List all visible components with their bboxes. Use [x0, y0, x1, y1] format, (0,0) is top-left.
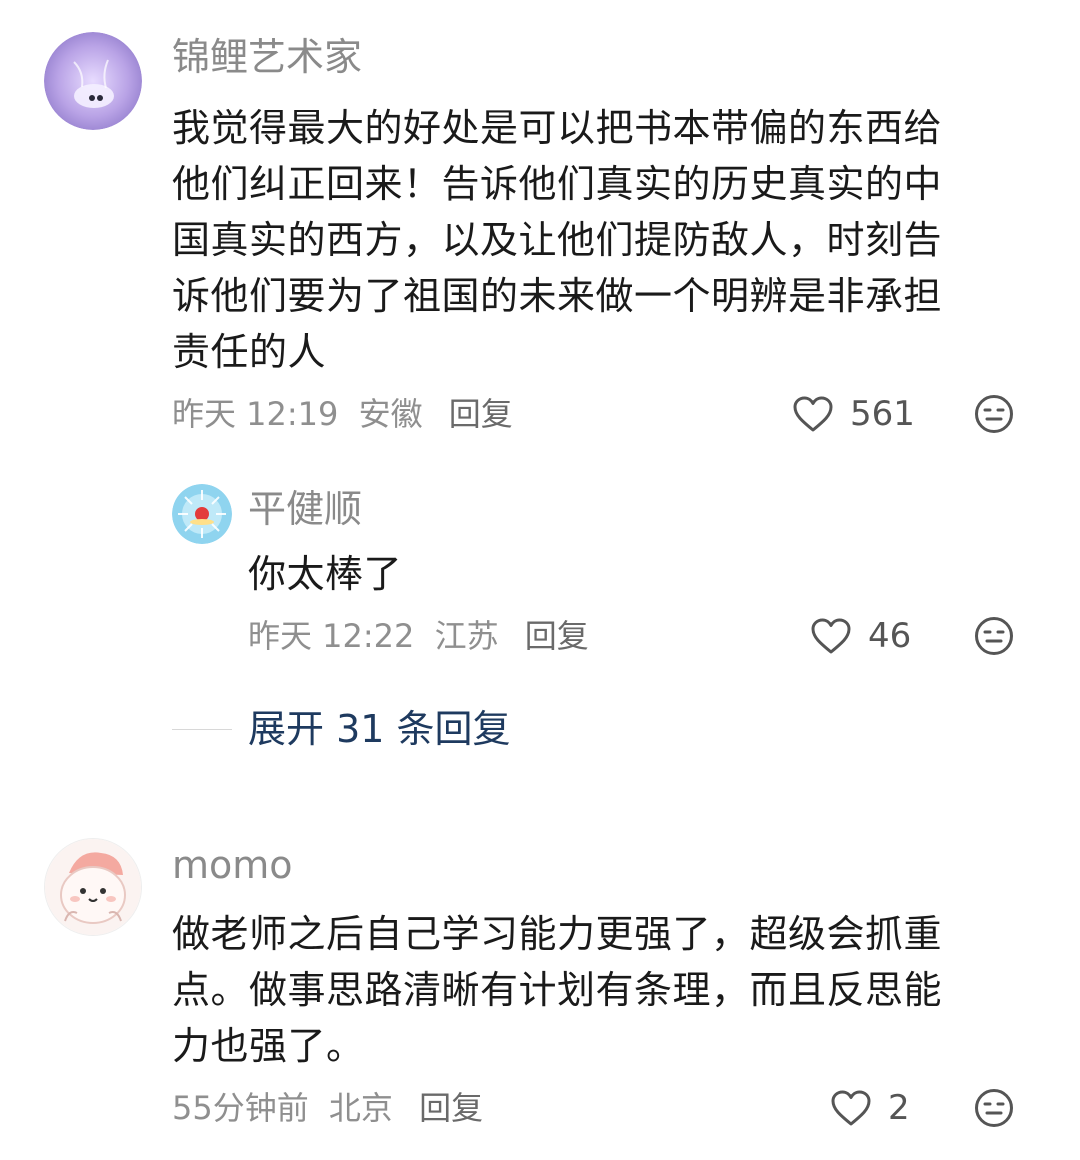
comment-line: 点。做事思路清晰有计划有条理，而且反思能 — [172, 968, 943, 1012]
like-button[interactable]: 46 — [810, 616, 911, 656]
comment-author[interactable]: 锦鲤艺术家 — [172, 34, 362, 80]
like-count: 561 — [850, 394, 915, 434]
like-button[interactable]: 561 — [792, 394, 915, 434]
comment-line: 责任的人 — [172, 330, 327, 374]
heart-outline-icon — [831, 1090, 871, 1126]
comment-text: 我觉得最大的好处是可以把书本带偏的东西给 他们纠正回来！告诉他们真实的历史真实的… — [172, 100, 942, 380]
comment-time: 昨天 12:22 — [248, 617, 415, 655]
divider — [172, 728, 232, 730]
reply-button[interactable]: 回复 — [525, 617, 589, 655]
comment-location: 北京 — [328, 1089, 393, 1127]
like-button[interactable]: 2 — [830, 1088, 910, 1128]
comment-line: 你太棒了 — [248, 552, 403, 596]
expand-replies-button[interactable]: 展开 31 条回复 — [172, 704, 511, 754]
avatar[interactable] — [44, 32, 142, 130]
comment-line: 力也强了。 — [172, 1024, 365, 1068]
comment-text: 做老师之后自己学习能力更强了，超级会抓重 点。做事思路清晰有计划有条理，而且反思… — [172, 906, 942, 1074]
comment-meta: 55分钟前 北京 回复 — [172, 1088, 493, 1128]
avatar[interactable] — [44, 838, 142, 936]
comment-line: 做老师之后自己学习能力更强了，超级会抓重 — [172, 912, 943, 956]
expand-replies-label: 展开 31 条回复 — [248, 707, 511, 751]
comment-location: 江苏 — [434, 617, 499, 655]
reply-button[interactable]: 回复 — [449, 395, 513, 433]
heart-outline-icon — [811, 618, 851, 654]
comment-line: 诉他们要为了祖国的未来做一个明辨是非承担 — [172, 274, 943, 318]
like-count: 46 — [868, 616, 912, 656]
comment-line: 他们纠正回来！告诉他们真实的历史真实的中 — [172, 162, 943, 206]
avatar[interactable] — [172, 484, 232, 544]
comment-author[interactable]: momo — [172, 842, 293, 888]
comment-meta: 昨天 12:19 安徽 回复 — [172, 394, 523, 434]
comment-author[interactable]: 平健顺 — [248, 486, 362, 532]
comment-time: 昨天 12:19 — [172, 395, 339, 433]
comment-text: 你太棒了 — [248, 546, 402, 602]
comment-meta: 昨天 12:22 江苏 回复 — [248, 616, 599, 656]
heart-outline-icon — [793, 396, 833, 432]
comment-line: 国真实的西方，以及让他们提防敌人，时刻告 — [172, 218, 943, 262]
comment-location: 安徽 — [358, 395, 423, 433]
reply-button[interactable]: 回复 — [419, 1089, 483, 1127]
comment-line: 我觉得最大的好处是可以把书本带偏的东西给 — [172, 106, 943, 150]
comments-page: 锦鲤艺术家 我觉得最大的好处是可以把书本带偏的东西给 他们纠正回来！告诉他们真实… — [0, 0, 1080, 1160]
like-count: 2 — [888, 1088, 910, 1128]
neutral-face-icon[interactable] — [974, 1088, 1014, 1128]
neutral-face-icon[interactable] — [974, 394, 1014, 434]
comment-time: 55分钟前 — [172, 1089, 309, 1127]
neutral-face-icon[interactable] — [974, 616, 1014, 656]
